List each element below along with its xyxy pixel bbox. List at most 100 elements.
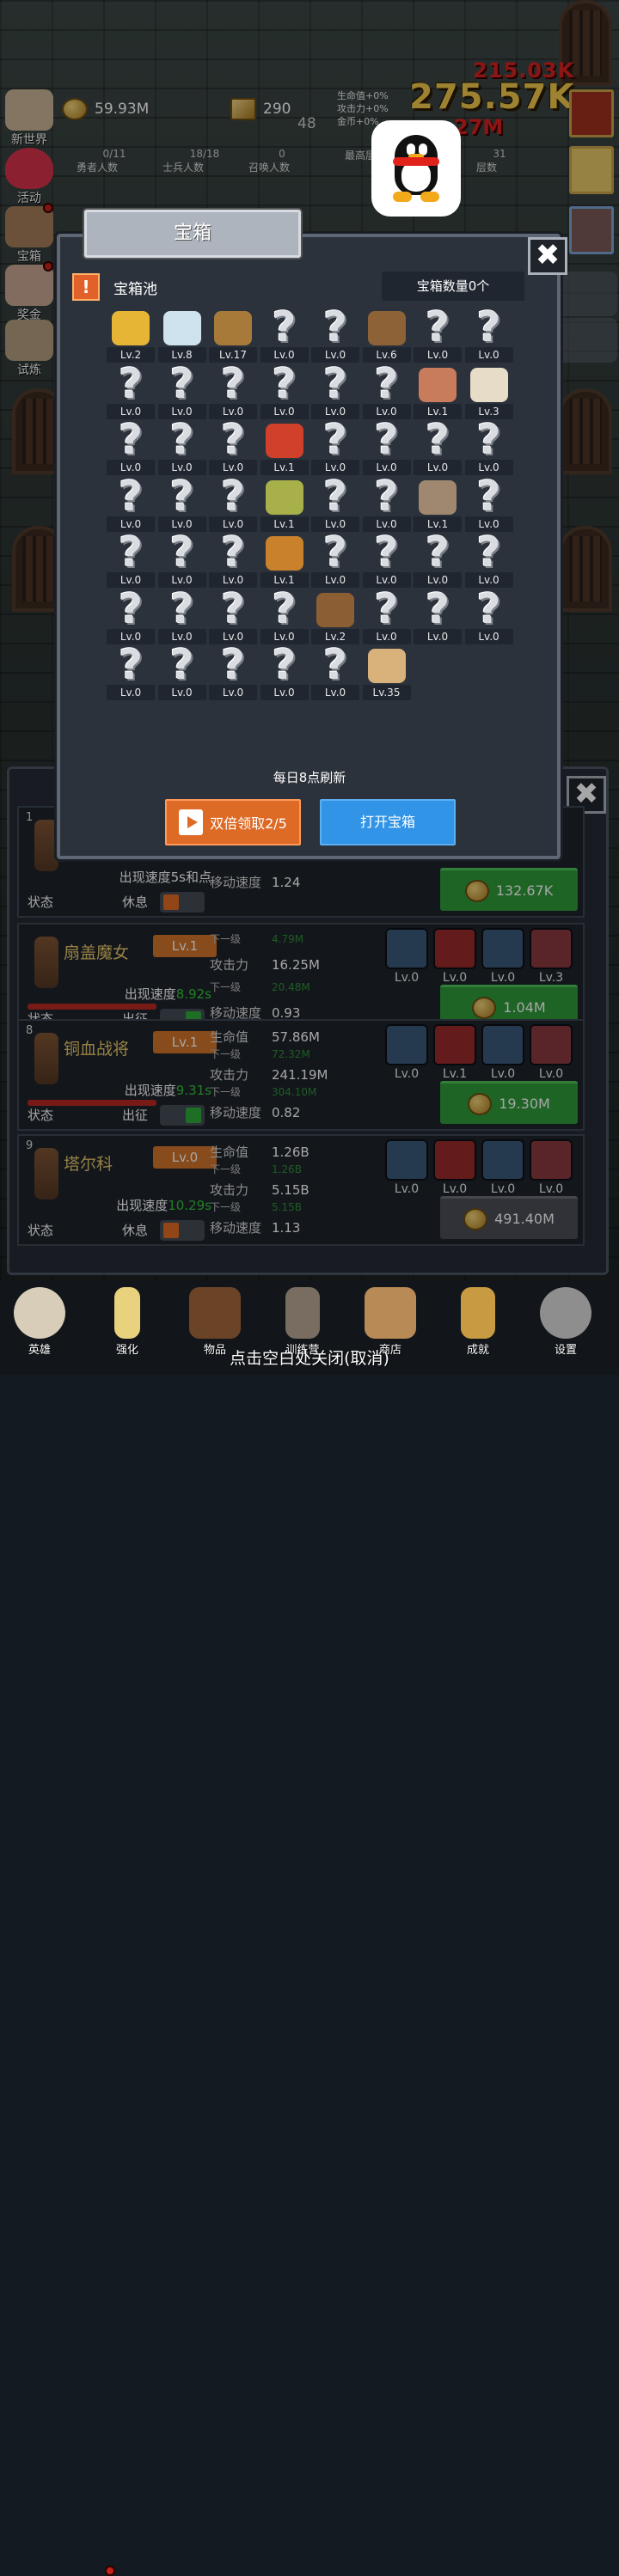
chest-item[interactable]: Lv.1 bbox=[414, 366, 462, 419]
unknown-item-icon: ? bbox=[169, 416, 194, 464]
unknown-item-icon: ? bbox=[476, 528, 501, 577]
unknown-item-icon: ? bbox=[119, 359, 143, 408]
item-level: Lv.1 bbox=[260, 516, 309, 532]
armor-icon bbox=[367, 311, 406, 345]
unknown-item-icon: ? bbox=[221, 641, 245, 689]
chest-item[interactable]: ? Lv.0 bbox=[311, 528, 359, 588]
chest-item[interactable]: ? Lv.0 bbox=[107, 589, 155, 644]
item-level: Lv.0 bbox=[464, 628, 513, 644]
notification-dot bbox=[105, 2566, 115, 2576]
chest-item[interactable]: ? Lv.0 bbox=[209, 359, 257, 419]
chest-item[interactable]: ? Lv.0 bbox=[157, 359, 206, 419]
chest-item[interactable]: ? Lv.0 bbox=[311, 476, 359, 532]
chest-item[interactable]: ? Lv.0 bbox=[260, 303, 309, 363]
rice-icon bbox=[469, 367, 508, 402]
refresh-text: 每日8点刷新 bbox=[273, 770, 346, 785]
unknown-item-icon: ? bbox=[476, 416, 501, 464]
unknown-item-icon: ? bbox=[476, 584, 501, 633]
item-level: Lv.0 bbox=[464, 347, 513, 363]
chest-item[interactable]: ? Lv.0 bbox=[311, 644, 359, 700]
chest-item[interactable]: Lv.2 bbox=[311, 591, 359, 644]
chest-item[interactable]: ? Lv.0 bbox=[362, 476, 411, 532]
chest-item[interactable]: Lv.1 bbox=[414, 479, 462, 532]
chest-item[interactable]: ? Lv.0 bbox=[107, 359, 155, 419]
chest-item[interactable]: ? Lv.0 bbox=[362, 416, 411, 475]
chest-item[interactable]: ? Lv.0 bbox=[414, 419, 462, 475]
chest-item[interactable]: Lv.1 bbox=[260, 479, 309, 532]
unknown-item-icon: ? bbox=[426, 584, 450, 633]
chest-item[interactable]: ? Lv.0 bbox=[107, 419, 155, 475]
chest-item[interactable]: ? Lv.0 bbox=[362, 532, 411, 588]
chest-pool-header: ! 宝箱池 bbox=[72, 273, 157, 301]
chest-item[interactable]: ? Lv.0 bbox=[311, 363, 359, 419]
unknown-item-icon: ? bbox=[169, 584, 194, 633]
chest-item[interactable]: Lv.17 bbox=[209, 309, 257, 363]
unknown-item-icon: ? bbox=[476, 303, 501, 351]
chest-item[interactable]: ? Lv.0 bbox=[107, 528, 155, 588]
chest-item[interactable]: ? Lv.0 bbox=[107, 644, 155, 700]
item-level: Lv.1 bbox=[260, 460, 309, 475]
open-chest-button[interactable]: 打开宝箱 bbox=[320, 799, 456, 845]
beer-icon bbox=[367, 649, 406, 683]
close-hint: 点击空白处关闭(取消) bbox=[230, 1349, 389, 1368]
chest-item[interactable]: ? Lv.0 bbox=[414, 307, 462, 363]
item-level: Lv.0 bbox=[157, 685, 206, 700]
key-icon bbox=[461, 1287, 495, 1339]
chest-item[interactable]: ? Lv.0 bbox=[311, 307, 359, 363]
chest-item[interactable]: ? Lv.0 bbox=[107, 476, 155, 532]
chest-item[interactable]: ? Lv.0 bbox=[209, 584, 257, 644]
chest-item[interactable]: ? Lv.0 bbox=[464, 528, 513, 588]
unknown-item-icon: ? bbox=[169, 359, 194, 408]
chest-item[interactable]: ? Lv.0 bbox=[464, 416, 513, 475]
chest-item[interactable]: Lv.6 bbox=[362, 309, 411, 363]
unknown-item-icon: ? bbox=[221, 416, 245, 464]
chest-item[interactable]: ? Lv.0 bbox=[260, 363, 309, 419]
chest-item[interactable]: ? Lv.0 bbox=[464, 303, 513, 363]
chest-item[interactable]: ? Lv.0 bbox=[311, 419, 359, 475]
unknown-item-icon: ? bbox=[272, 641, 297, 689]
chest-item[interactable]: ? Lv.0 bbox=[157, 584, 206, 644]
chest-item[interactable]: ? Lv.0 bbox=[209, 532, 257, 588]
unknown-item-icon: ? bbox=[221, 359, 245, 408]
chest-item[interactable]: Lv.1 bbox=[260, 534, 309, 588]
unknown-item-icon: ? bbox=[374, 416, 399, 464]
unknown-item-icon: ? bbox=[221, 472, 245, 521]
green-bottle-icon bbox=[265, 479, 303, 515]
gear-icon bbox=[540, 1287, 591, 1339]
chest-item[interactable]: ? Lv.0 bbox=[209, 641, 257, 700]
chest-item[interactable]: ? Lv.0 bbox=[414, 584, 462, 644]
chest-item[interactable]: ? Lv.0 bbox=[157, 476, 206, 532]
qq-penguin-icon[interactable] bbox=[371, 120, 461, 217]
chest-item[interactable]: ? Lv.0 bbox=[260, 589, 309, 644]
book-icon bbox=[189, 1287, 241, 1339]
chest-item[interactable]: Lv.2 bbox=[107, 309, 155, 363]
double-claim-button[interactable]: 双倍领取2/5 bbox=[165, 799, 301, 845]
chest-item[interactable]: ? Lv.0 bbox=[209, 416, 257, 475]
chest-item[interactable]: ? Lv.0 bbox=[157, 644, 206, 700]
chest-item[interactable]: ? Lv.0 bbox=[260, 641, 309, 700]
diamond-icon bbox=[162, 311, 201, 345]
item-level: Lv.0 bbox=[311, 685, 359, 700]
unknown-item-icon: ? bbox=[323, 528, 347, 577]
unknown-item-icon: ? bbox=[119, 528, 143, 577]
unknown-item-icon: ? bbox=[221, 584, 245, 633]
chest-item[interactable]: ? Lv.0 bbox=[464, 472, 513, 532]
chest-item[interactable]: ? Lv.0 bbox=[414, 532, 462, 588]
chest-item[interactable]: ? Lv.0 bbox=[464, 584, 513, 644]
chest-item[interactable]: ? Lv.0 bbox=[157, 532, 206, 588]
item-level: Lv.0 bbox=[260, 685, 309, 700]
chest-item[interactable]: Lv.8 bbox=[157, 309, 206, 363]
modal-close-button[interactable]: ✖ bbox=[528, 237, 567, 275]
chest-item[interactable]: ? Lv.0 bbox=[362, 589, 411, 644]
unknown-item-icon: ? bbox=[476, 472, 501, 521]
modal-title: 宝箱 bbox=[84, 210, 301, 258]
unknown-item-icon: ? bbox=[272, 303, 297, 351]
chest-item[interactable]: Lv.35 bbox=[362, 647, 411, 700]
video-icon bbox=[179, 809, 204, 835]
chest-item[interactable]: Lv.3 bbox=[464, 366, 513, 419]
chest-item[interactable]: ? Lv.0 bbox=[209, 472, 257, 532]
red-potion-icon bbox=[265, 424, 303, 458]
chest-item[interactable]: Lv.1 bbox=[260, 422, 309, 475]
chest-item[interactable]: ? Lv.0 bbox=[157, 416, 206, 475]
chest-item[interactable]: ? Lv.0 bbox=[362, 363, 411, 419]
